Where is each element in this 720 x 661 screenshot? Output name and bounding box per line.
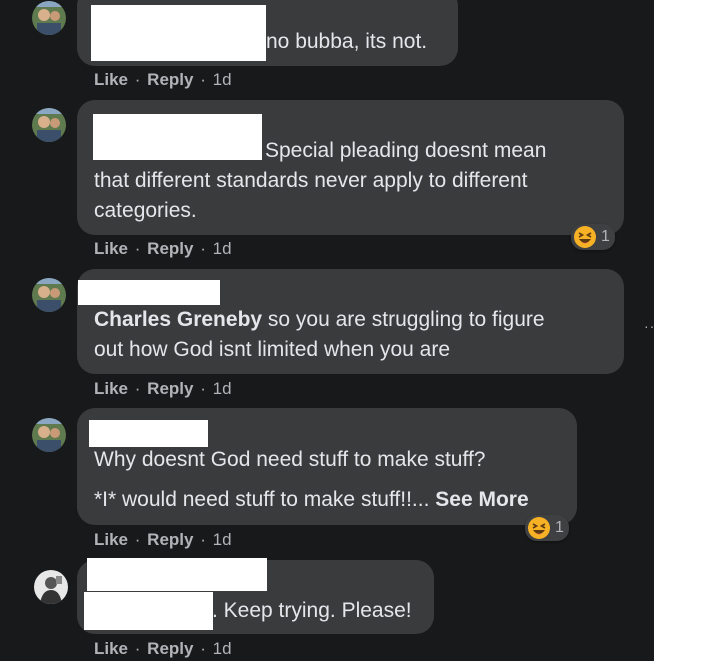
comment-text: *I* would need stuff to make stuff!!... xyxy=(94,488,430,511)
comment-text-line: Special pleading doesnt mean xyxy=(265,139,547,162)
comment-text-line: *I* would need stuff to make stuff!!... … xyxy=(94,485,529,515)
reply-link[interactable]: Reply xyxy=(147,530,193,549)
separator: · xyxy=(200,530,206,549)
laughing-emoji-icon xyxy=(528,517,550,539)
comment-text-line: out how God isnt limited when you are xyxy=(94,338,451,361)
redacted-name xyxy=(91,5,266,61)
redacted-name xyxy=(87,558,267,591)
separator: · xyxy=(134,530,141,549)
avatar[interactable] xyxy=(32,108,66,142)
laughing-emoji-icon xyxy=(574,226,596,248)
comment-text-line: that different standards never apply to … xyxy=(94,169,528,192)
reply-link[interactable]: Reply xyxy=(147,639,193,658)
redacted-name xyxy=(84,592,213,630)
redacted-name xyxy=(93,114,262,160)
reply-link[interactable]: Reply xyxy=(147,379,193,398)
comment-text-line: Charles Greneby so you are struggling to… xyxy=(94,305,545,335)
like-link[interactable]: Like xyxy=(94,70,128,89)
comment-actions: Like · Reply · 1d xyxy=(94,379,232,399)
see-more-link[interactable]: See More xyxy=(435,488,528,511)
reaction-count[interactable]: 1 xyxy=(571,224,615,250)
comment-actions: Like · Reply · 1d xyxy=(94,70,232,90)
separator: · xyxy=(200,639,206,658)
redacted-name xyxy=(78,280,220,305)
avatar[interactable] xyxy=(34,570,68,604)
mention-link[interactable]: Charles Greneby xyxy=(94,308,262,331)
separator: · xyxy=(200,239,206,258)
timestamp[interactable]: 1d xyxy=(213,379,232,398)
timestamp[interactable]: 1d xyxy=(213,70,232,89)
avatar[interactable] xyxy=(32,418,66,452)
comment-actions: Like · Reply · 1d xyxy=(94,530,232,550)
timestamp[interactable]: 1d xyxy=(213,530,232,549)
timestamp[interactable]: 1d xyxy=(213,239,232,258)
comment-thread: no bubba, its not. Like · Reply · 1d Spe… xyxy=(0,0,654,661)
comment-text: . Keep trying. Please! xyxy=(212,599,412,622)
reply-link[interactable]: Reply xyxy=(147,239,193,258)
more-options-icon[interactable]: ··· xyxy=(644,318,654,334)
like-link[interactable]: Like xyxy=(94,239,128,258)
reaction-count[interactable]: 1 xyxy=(525,515,569,541)
comment-actions: Like · Reply · 1d xyxy=(94,239,232,259)
comment-text: so you are struggling to figure xyxy=(262,308,545,331)
like-link[interactable]: Like xyxy=(94,530,128,549)
avatar[interactable] xyxy=(32,278,66,312)
avatar[interactable] xyxy=(32,1,66,35)
reaction-count-value: 1 xyxy=(601,228,610,245)
separator: · xyxy=(134,239,141,258)
like-link[interactable]: Like xyxy=(94,639,128,658)
comment-text-line: Why doesnt God need stuff to make stuff? xyxy=(94,448,486,471)
separator: · xyxy=(200,379,206,398)
like-link[interactable]: Like xyxy=(94,379,128,398)
redacted-name xyxy=(89,420,208,447)
separator: · xyxy=(134,639,141,658)
separator: · xyxy=(134,70,141,89)
separator: · xyxy=(200,70,206,89)
separator: · xyxy=(134,379,141,398)
comment-actions: Like · Reply · 1d xyxy=(94,639,232,659)
reaction-count-value: 1 xyxy=(555,519,564,536)
timestamp[interactable]: 1d xyxy=(213,639,232,658)
comment-text: no bubba, its not. xyxy=(266,30,428,53)
comment-text-line: categories. xyxy=(94,199,197,222)
reply-link[interactable]: Reply xyxy=(147,70,193,89)
